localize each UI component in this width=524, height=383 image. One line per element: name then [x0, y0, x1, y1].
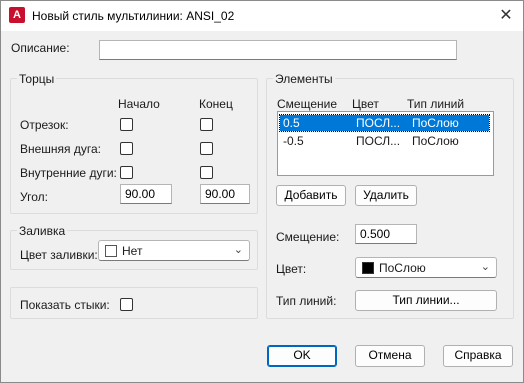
chevron-down-icon: ⌄ — [480, 261, 490, 273]
element-offset: -0.5 — [283, 134, 304, 148]
angle-start-input[interactable] — [120, 184, 172, 204]
element-color-swatch — [362, 262, 374, 274]
outer-arc-start-checkbox[interactable] — [120, 142, 133, 155]
add-element-button[interactable]: Добавить — [276, 185, 346, 206]
fill-color-value: Нет — [122, 244, 143, 258]
caps-end-header: Конец — [199, 97, 233, 111]
line-start-checkbox[interactable] — [120, 118, 133, 131]
element-color: ПОСЛ... — [356, 134, 401, 148]
autocad-logo-icon: A — [9, 7, 25, 23]
fill-color-label: Цвет заливки: — [20, 248, 98, 262]
inner-arcs-start-checkbox[interactable] — [120, 166, 133, 179]
caps-start-header: Начало — [118, 97, 160, 111]
show-joints-checkbox[interactable] — [120, 298, 133, 311]
linetype-label: Тип линий: — [276, 294, 337, 308]
element-color-dropdown[interactable]: ПоСлою ⌄ — [355, 257, 497, 278]
list-item[interactable]: 0.5 ПОСЛ... ПоСлою — [279, 114, 490, 132]
description-input[interactable] — [99, 40, 457, 60]
description-label: Описание: — [11, 41, 70, 55]
inner-arcs-end-checkbox[interactable] — [200, 166, 213, 179]
ok-button[interactable]: OK — [267, 345, 337, 367]
elements-header-linetype: Тип линий — [407, 97, 465, 111]
show-joints-label: Показать стыки: — [20, 298, 110, 312]
element-linetype: ПоСлою — [412, 116, 459, 130]
fill-group-title: Заливка — [17, 224, 68, 238]
fill-color-dropdown[interactable]: Нет ⌄ — [98, 240, 250, 261]
elements-group-title: Элементы — [273, 72, 335, 86]
offset-label: Смещение: — [276, 230, 340, 244]
element-linetype: ПоСлою — [412, 134, 459, 148]
window-title: Новый стиль мультилинии: ANSI_02 — [32, 9, 235, 23]
help-button[interactable]: Справка — [443, 345, 513, 367]
linetype-button[interactable]: Тип линии... — [355, 290, 497, 311]
chevron-down-icon: ⌄ — [233, 244, 243, 256]
angle-end-input[interactable] — [200, 184, 250, 204]
cancel-button[interactable]: Отмена — [355, 345, 425, 367]
fill-color-swatch — [105, 245, 117, 257]
dialog-window: A Новый стиль мультилинии: ANSI_02 ✕ Опи… — [0, 0, 524, 383]
list-item[interactable]: -0.5 ПОСЛ... ПоСлою — [280, 133, 489, 149]
element-color-value: ПоСлою — [379, 261, 426, 275]
elements-header-offset: Смещение — [277, 97, 338, 111]
line-cap-label: Отрезок: — [20, 118, 69, 132]
delete-element-button[interactable]: Удалить — [355, 185, 417, 206]
outer-arc-end-checkbox[interactable] — [200, 142, 213, 155]
angle-label: Угол: — [20, 190, 48, 204]
outer-arc-label: Внешняя дуга: — [20, 142, 102, 156]
element-color: ПОСЛ... — [356, 116, 401, 130]
caps-group-title: Торцы — [17, 72, 57, 86]
element-offset: 0.5 — [283, 116, 300, 130]
title-bar: A Новый стиль мультилинии: ANSI_02 ✕ — [1, 1, 523, 31]
inner-arcs-label: Внутренние дуги: — [20, 166, 117, 180]
element-color-label: Цвет: — [276, 262, 307, 276]
elements-list[interactable]: 0.5 ПОСЛ... ПоСлою -0.5 ПОСЛ... ПоСлою — [277, 111, 494, 176]
line-end-checkbox[interactable] — [200, 118, 213, 131]
close-button[interactable]: ✕ — [489, 1, 523, 31]
elements-header-color: Цвет — [352, 97, 379, 111]
offset-input[interactable] — [355, 224, 417, 244]
